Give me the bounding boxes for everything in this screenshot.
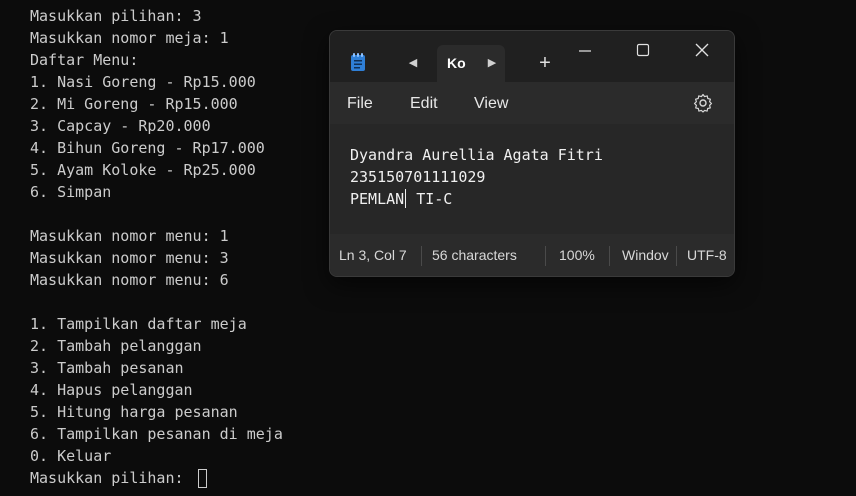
editor-text-segment: PEMLAN [350, 190, 405, 208]
status-divider [676, 246, 677, 266]
terminal-line: 1. Nasi Goreng - Rp15.000 [30, 73, 256, 91]
terminal-line: Masukkan nomor menu: 3 [30, 249, 229, 267]
status-cursor-position: Ln 3, Col 7 [339, 247, 407, 263]
terminal-line: Masukkan nomor menu: 1 [30, 227, 229, 245]
terminal-line: 0. Keluar [30, 447, 112, 465]
status-encoding[interactable]: UTF-8 [687, 247, 727, 263]
status-divider [421, 246, 422, 266]
chevron-left-icon[interactable]: ◀ [403, 53, 423, 73]
tab-label: Ko [447, 55, 466, 71]
gear-icon[interactable] [693, 93, 713, 113]
chevron-right-icon[interactable]: ▶ [482, 53, 502, 73]
close-icon[interactable] [688, 39, 716, 61]
terminal-line: Masukkan nomor menu: 6 [30, 271, 229, 289]
maximize-icon[interactable] [629, 39, 657, 61]
terminal-cursor [197, 469, 207, 488]
text-editor[interactable]: Dyandra Aurellia Agata Fitri 23515070111… [330, 124, 734, 234]
terminal-output: Masukkan pilihan: 3 Masukkan nomor meja: … [30, 5, 283, 489]
notepad-window[interactable]: ◀ Ko ▶ + File Edit View Dyandra Aurellia… [329, 30, 735, 277]
terminal-line: 2. Tambah pelanggan [30, 337, 202, 355]
editor-line: 235150701111029 [350, 168, 486, 186]
status-bar: Ln 3, Col 7 56 characters 100% Windov UT… [330, 234, 734, 276]
terminal-line: 2. Mi Goreng - Rp15.000 [30, 95, 238, 113]
editor-line: Dyandra Aurellia Agata Fitri [350, 146, 603, 164]
menu-bar: File Edit View [330, 82, 734, 124]
status-divider [609, 246, 610, 266]
menu-file[interactable]: File [347, 95, 373, 113]
terminal-line: 5. Hitung harga pesanan [30, 403, 238, 421]
status-line-ending[interactable]: Windov [622, 247, 674, 263]
terminal-line: 3. Tambah pesanan [30, 359, 184, 377]
status-zoom[interactable]: 100% [559, 247, 595, 263]
terminal-line: Masukkan pilihan: 3 [30, 7, 202, 25]
terminal-line: 3. Capcay - Rp20.000 [30, 117, 211, 135]
editor-content: Dyandra Aurellia Agata Fitri 23515070111… [350, 144, 603, 210]
terminal-line: 5. Ayam Koloke - Rp25.000 [30, 161, 256, 179]
terminal-line: 1. Tampilkan daftar meja [30, 315, 247, 333]
title-bar[interactable]: ◀ Ko ▶ + [330, 31, 734, 82]
editor-line: PEMLAN TI-C [350, 188, 603, 210]
terminal-line: Masukkan nomor meja: 1 [30, 29, 229, 47]
terminal-line: 4. Bihun Goreng - Rp17.000 [30, 139, 265, 157]
terminal-line: Masukkan pilihan: [30, 467, 283, 489]
terminal-line: Daftar Menu: [30, 51, 139, 69]
menu-view[interactable]: View [474, 95, 508, 113]
editor-text-segment: TI-C [407, 190, 453, 208]
minimize-icon[interactable] [571, 39, 599, 61]
terminal-line: 6. Tampilkan pesanan di meja [30, 425, 283, 443]
status-divider [545, 246, 546, 266]
menu-edit[interactable]: Edit [410, 95, 438, 113]
plus-icon[interactable]: + [534, 52, 556, 74]
notepad-icon [351, 53, 365, 71]
status-character-count: 56 characters [432, 247, 517, 263]
terminal-line: 6. Simpan [30, 183, 112, 201]
terminal-line: 4. Hapus pelanggan [30, 381, 193, 399]
